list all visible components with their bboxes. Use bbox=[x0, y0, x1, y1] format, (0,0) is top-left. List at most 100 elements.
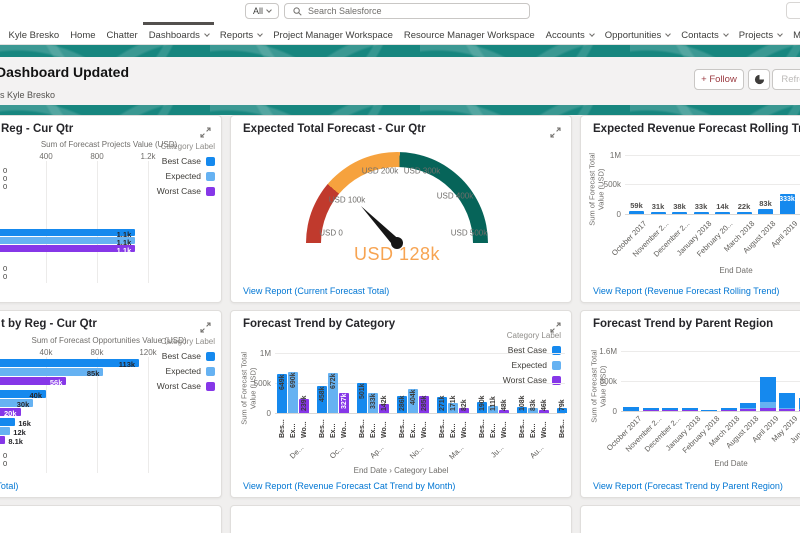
refresh-button[interactable]: Refresh bbox=[772, 69, 800, 90]
panel-revenue-forecast-rolling-trend: Expected Revenue Forecast Rolling Trend … bbox=[580, 115, 800, 303]
bar[interactable] bbox=[0, 418, 15, 426]
y-axis-tick: 800k bbox=[587, 377, 617, 386]
bar-value-label: Ex... bbox=[290, 424, 297, 438]
gridline bbox=[275, 383, 565, 384]
bar-segment[interactable] bbox=[760, 402, 776, 407]
bar-value-label: 171k bbox=[450, 395, 457, 411]
hbar-chart: Sum of Forecast Projects Value (USD)4008… bbox=[0, 116, 221, 302]
bar-segment[interactable] bbox=[643, 408, 659, 409]
bar-value-label: 327k bbox=[341, 394, 348, 410]
bar-segment[interactable] bbox=[779, 409, 795, 411]
bar[interactable] bbox=[0, 427, 10, 435]
search-input[interactable]: Search Salesforce bbox=[284, 3, 530, 19]
nav-tab-kyle-bresko[interactable]: Kyle Bresko bbox=[3, 22, 65, 45]
bar-segment[interactable] bbox=[701, 410, 717, 411]
bar-value-label: 333k bbox=[778, 196, 797, 203]
view-report-link[interactable]: View Report (Current Forecast Total) bbox=[243, 286, 389, 296]
gridline bbox=[148, 161, 149, 283]
nav-tab-label: Contacts bbox=[681, 30, 719, 41]
x-axis-tick: 40k bbox=[40, 348, 53, 357]
bar-value-label: Bes... bbox=[519, 419, 526, 438]
nav-tab-resource-manager-workspace[interactable]: Resource Manager Workspace bbox=[398, 22, 540, 45]
panel-forecast-trend-by-category: Forecast Trend by Category Category Labe… bbox=[230, 310, 572, 498]
bar-value-label: 271k bbox=[439, 395, 446, 411]
panel-partial bbox=[230, 505, 572, 533]
gridline bbox=[625, 184, 800, 185]
bar-segment[interactable] bbox=[740, 408, 756, 409]
bar-segment[interactable] bbox=[682, 410, 698, 411]
bar-segment[interactable] bbox=[740, 409, 756, 411]
y-axis-tick: 1M bbox=[241, 349, 271, 358]
bar-value-label: 0 bbox=[3, 459, 7, 468]
y-axis-tick: 0 bbox=[241, 409, 271, 418]
bar[interactable] bbox=[0, 436, 5, 444]
bar-segment[interactable] bbox=[623, 407, 639, 412]
y-axis-tick: 1.6M bbox=[587, 347, 617, 356]
nav-tab-milestones[interactable]: Milestones bbox=[788, 22, 800, 45]
page-title: Dashboard Updated bbox=[0, 64, 129, 80]
nav-tab-accounts[interactable]: Accounts bbox=[540, 22, 599, 45]
bar[interactable] bbox=[629, 211, 644, 214]
view-report-link[interactable]: tegory Total) bbox=[0, 481, 18, 491]
dashboard-grid: Reg - Cur Qtr Category Label Best Case E… bbox=[0, 115, 800, 533]
bar-value-label: 239k bbox=[301, 395, 308, 411]
nav-tab-chatter[interactable]: Chatter bbox=[101, 22, 143, 45]
view-report-link[interactable]: View Report (Revenue Forecast Rolling Tr… bbox=[593, 286, 779, 296]
bar[interactable] bbox=[694, 212, 709, 214]
gauge-tick-label: USD 100k bbox=[329, 196, 365, 205]
search-scope-label: All bbox=[253, 6, 263, 16]
bar-value-label: 108k bbox=[519, 395, 526, 411]
bar-segment[interactable] bbox=[779, 408, 795, 409]
y-axis-tick: 0 bbox=[587, 407, 617, 416]
nav-tab-contacts[interactable]: Contacts bbox=[676, 22, 734, 45]
bar-segment[interactable] bbox=[682, 408, 698, 410]
gauge-chart: USD 0USD 100kUSD 200kUSD 300kUSD 400kUSD… bbox=[231, 116, 571, 302]
nav-tab-label: Resource Manager Workspace bbox=[404, 30, 535, 41]
bar-value-label: Ex... bbox=[530, 424, 537, 438]
pie-icon-button[interactable] bbox=[748, 69, 770, 90]
nav-tab-project-manager-workspace[interactable]: Project Manager Workspace bbox=[268, 22, 399, 45]
view-report-link[interactable]: View Report (Revenue Forecast Cat Trend … bbox=[243, 481, 455, 491]
bar[interactable] bbox=[758, 209, 773, 214]
bar-segment[interactable] bbox=[740, 403, 756, 407]
nav-tab-home[interactable]: Home bbox=[65, 22, 101, 45]
search-scope-select[interactable]: All bbox=[245, 3, 279, 19]
bar-segment[interactable] bbox=[779, 393, 795, 408]
header-utility-button[interactable] bbox=[786, 2, 800, 19]
bar-segment[interactable] bbox=[760, 408, 776, 411]
bar-segment[interactable] bbox=[721, 410, 737, 411]
view-report-link[interactable]: View Report (Forecast Trend by Parent Re… bbox=[593, 481, 783, 491]
gauge-value: USD 128k bbox=[354, 244, 440, 265]
nav-tab-reports[interactable]: Reports bbox=[214, 22, 267, 45]
bar-value-label: Ex... bbox=[370, 424, 377, 438]
gridline bbox=[625, 214, 800, 215]
y-axis-tick: 1M bbox=[591, 151, 621, 160]
bar-segment[interactable] bbox=[760, 377, 776, 402]
bar[interactable] bbox=[715, 212, 730, 214]
bar[interactable] bbox=[651, 212, 666, 214]
gridline bbox=[625, 155, 800, 156]
nav-tab-label: Accounts bbox=[546, 30, 585, 41]
bar-segment[interactable] bbox=[662, 410, 678, 411]
gridline bbox=[275, 353, 565, 354]
bar[interactable] bbox=[737, 212, 752, 214]
bar-segment[interactable] bbox=[643, 410, 659, 411]
x-axis-tick: 1.2k bbox=[140, 152, 155, 161]
panel-forecast-projects-by-region: Reg - Cur Qtr Category Label Best Case E… bbox=[0, 115, 222, 303]
nav-tab-opportunities[interactable]: Opportunities bbox=[599, 22, 676, 45]
bar-value-label: 285k bbox=[421, 395, 428, 411]
nav-tab-dashboards[interactable]: Dashboards bbox=[143, 22, 214, 45]
nav-tab-projects[interactable]: Projects bbox=[733, 22, 787, 45]
bar-segment[interactable] bbox=[662, 408, 678, 410]
bar-value-label: Bes... bbox=[319, 419, 326, 438]
follow-button[interactable]: + Follow bbox=[694, 69, 744, 90]
bar-value-label: 690k bbox=[290, 372, 297, 388]
nav-tab-label: Reports bbox=[220, 30, 253, 41]
gauge-tick-label: USD 300k bbox=[404, 167, 440, 176]
bar[interactable] bbox=[672, 212, 687, 214]
bar-value-label: Wo... bbox=[341, 421, 348, 438]
bar-segment[interactable] bbox=[721, 408, 737, 409]
dashboard-header: Dashboard Updated s Kyle Bresko + Follow… bbox=[0, 57, 800, 105]
nav-tab-label: Kyle Bresko bbox=[9, 30, 60, 41]
x-axis-tick: 80k bbox=[91, 348, 104, 357]
